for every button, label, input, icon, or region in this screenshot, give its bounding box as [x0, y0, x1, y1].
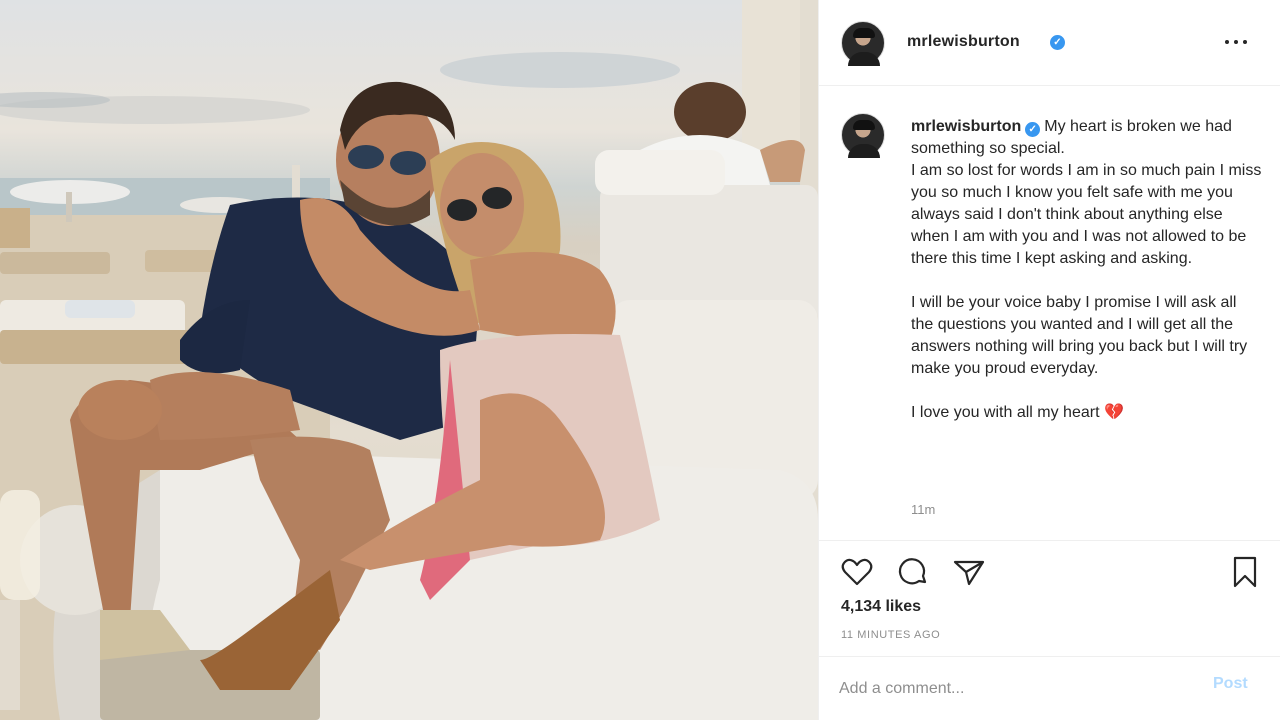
post-photo-illustration	[0, 0, 818, 720]
caption-text: mrlewisburton ✓ My heart is broken we had …	[911, 116, 1263, 424]
post-time-ago: 11 MINUTES AGO	[841, 629, 941, 641]
likes-count[interactable]: 4,134 likes	[841, 598, 921, 616]
comment-icon[interactable]	[895, 554, 931, 590]
caption-username[interactable]: mrlewisburton	[911, 118, 1021, 135]
caption-section: mrlewisburton ✓ My heart is broken we had …	[819, 86, 1280, 541]
post-comment-button[interactable]: Post	[1213, 675, 1248, 693]
post-header: mrlewisburton ✓	[819, 0, 1280, 86]
caption-paragraph-3: I love you with all my heart	[911, 404, 1100, 421]
caption-verified-badge-icon: ✓	[1025, 122, 1041, 137]
caption-timestamp[interactable]: 11m	[911, 502, 935, 517]
broken-heart-icon: 💔	[1103, 404, 1124, 421]
post-side-panel: mrlewisburton ✓ mrlewisburton ✓ My heart i…	[818, 0, 1280, 720]
more-options-icon[interactable]	[1221, 32, 1251, 52]
post-photo[interactable]	[0, 0, 818, 720]
post-actions: 4,134 likes 11 MINUTES AGO	[819, 541, 1280, 657]
caption-paragraph-1: My heart is broken we had something so s…	[911, 118, 1262, 267]
avatar[interactable]	[841, 21, 885, 66]
header-username[interactable]: mrlewisburton	[907, 33, 1020, 51]
verified-badge-icon: ✓	[1050, 35, 1065, 50]
comment-bar: Post	[819, 657, 1280, 720]
share-icon[interactable]	[951, 554, 987, 590]
caption-avatar[interactable]	[841, 113, 885, 158]
bookmark-icon[interactable]	[1227, 554, 1263, 590]
caption-paragraph-2: I will be your voice baby I promise I wi…	[911, 294, 1252, 377]
heart-icon[interactable]	[839, 554, 875, 590]
comment-input[interactable]	[839, 673, 1199, 705]
